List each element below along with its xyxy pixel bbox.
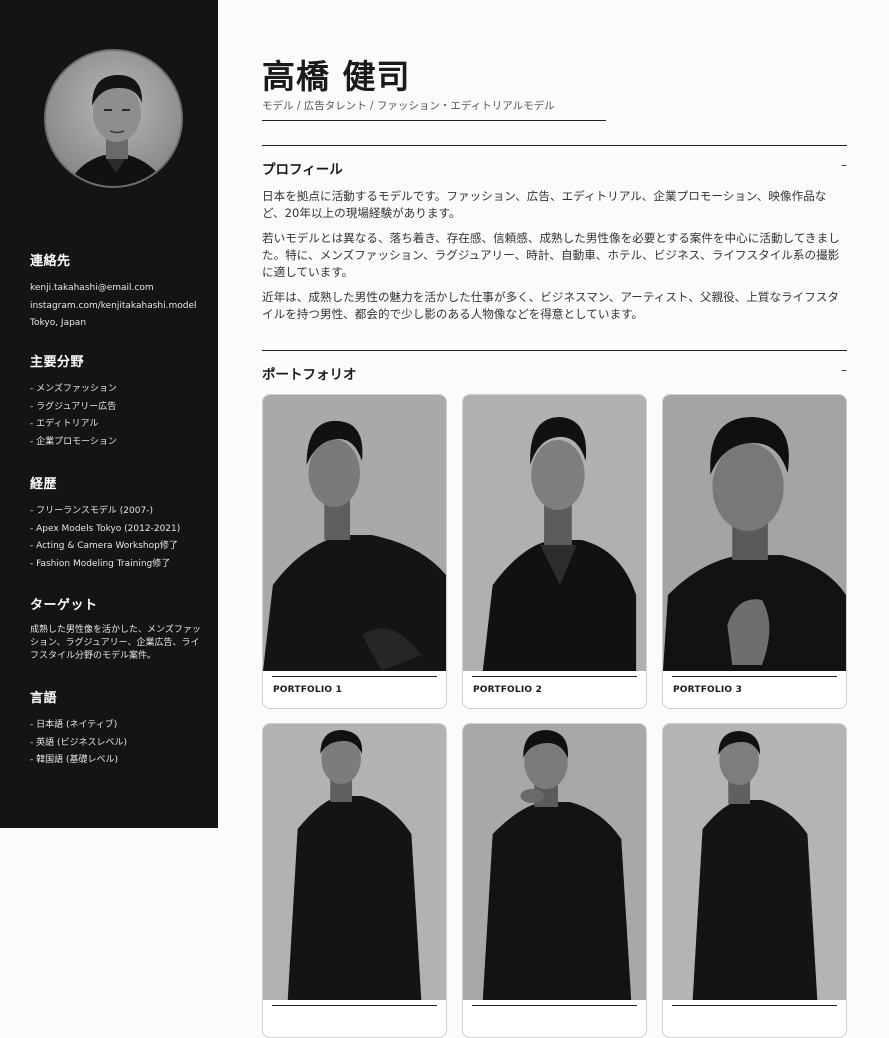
caption-divider [472, 676, 637, 677]
caption-divider [472, 1005, 637, 1006]
profile-text: 日本を拠点に活動するモデルです。ファッション、広告、エディトリアル、企業プロモー… [262, 188, 847, 331]
target-text: 成熟した男性像を活かした、メンズファッション、ラグジュアリー、企業広告、ライフス… [30, 625, 201, 661]
portfolio-divider [262, 350, 847, 351]
career-heading: 経歴 [30, 477, 58, 492]
fields-item: - 企業プロモーション [30, 436, 117, 447]
portfolio-card-5[interactable] [462, 723, 647, 1038]
portfolio-photo-5 [463, 724, 646, 1000]
target-section: ターゲット 成熟した男性像を活かした、メンズファッション、ラグジュアリー、企業広… [30, 594, 208, 663]
portfolio-header[interactable]: ポートフォリオ – [262, 363, 847, 383]
contact-location: Tokyo, Japan [30, 318, 87, 328]
portfolio-photo-3 [663, 395, 846, 671]
portfolio-caption: PORTFOLIO 2 [473, 685, 543, 695]
fields-item: - ラグジュアリー広告 [30, 401, 117, 412]
career-item: - Apex Models Tokyo (2012-2021) [30, 523, 181, 534]
portfolio-caption: PORTFOLIO 1 [273, 685, 343, 695]
career-section: 経歴 - フリーランスモデル (2007-) - Apex Models Tok… [30, 473, 208, 573]
fields-item: - エディトリアル [30, 419, 99, 429]
career-item: - Fashion Modeling Training修了 [30, 558, 171, 569]
portfolio-card-1[interactable]: PORTFOLIO 1 [262, 394, 447, 709]
contact-email[interactable]: kenji.takahashi@email.com [30, 280, 208, 298]
fields-heading: 主要分野 [30, 355, 85, 370]
language-item: - 英語 (ビジネスレベル) [30, 737, 127, 748]
profile-heading: プロフィール [262, 162, 343, 178]
profile-paragraph: 若いモデルとは異なる、落ち着き、存在感、信頼感、成熟した男性像を必要とする案件を… [262, 231, 840, 279]
contact-heading: 連絡先 [30, 254, 71, 269]
languages-heading: 言語 [30, 691, 58, 706]
portfolio-card-3[interactable]: PORTFOLIO 3 [662, 394, 847, 709]
portfolio-card-4[interactable] [262, 723, 447, 1038]
sidebar: 連絡先 kenji.takahashi@email.com instagram.… [0, 0, 218, 828]
fields-section: 主要分野 - メンズファッション - ラグジュアリー広告 - エディトリアル -… [30, 351, 208, 451]
profile-header[interactable]: プロフィール – [262, 158, 847, 178]
career-item: - フリーランスモデル (2007-) [30, 506, 153, 516]
languages-section: 言語 - 日本語 (ネイティブ) - 英語 (ビジネスレベル) - 韓国語 (基… [30, 687, 208, 770]
fields-item: - メンズファッション [30, 384, 117, 394]
caption-divider [272, 676, 437, 677]
subtitle-divider [262, 120, 606, 121]
collapse-icon[interactable]: – [841, 158, 847, 172]
caption-divider [672, 1005, 837, 1006]
language-item: - 日本語 (ネイティブ) [30, 720, 118, 730]
caption-divider [672, 676, 837, 677]
collapse-icon[interactable]: – [841, 363, 847, 377]
contact-section: 連絡先 kenji.takahashi@email.com instagram.… [30, 250, 208, 333]
avatar [44, 49, 183, 188]
career-item: - Acting & Camera Workshop修了 [30, 541, 178, 551]
page-title: 高橋 健司 [262, 57, 411, 96]
portfolio-card-6[interactable] [662, 723, 847, 1038]
target-heading: ターゲット [30, 598, 98, 613]
portfolio-heading: ポートフォリオ [262, 367, 357, 383]
portfolio-caption: PORTFOLIO 3 [673, 685, 743, 695]
language-item: - 韓国語 (基礎レベル) [30, 755, 118, 765]
caption-divider [272, 1005, 437, 1006]
portfolio-photo-4 [263, 724, 446, 1000]
page-subtitle: モデル / 広告タレント / ファッション・エディトリアルモデル [262, 100, 555, 112]
contact-instagram[interactable]: instagram.com/kenjitakahashi.model [30, 298, 208, 316]
profile-divider [262, 145, 847, 146]
portfolio-photo-2 [463, 395, 646, 671]
portfolio-card-2[interactable]: PORTFOLIO 2 [462, 394, 647, 709]
profile-paragraph: 日本を拠点に活動するモデルです。ファッション、広告、エディトリアル、企業プロモー… [262, 189, 827, 220]
portfolio-photo-6 [663, 724, 846, 1000]
profile-paragraph: 近年は、成熟した男性の魅力を活かした仕事が多く、ビジネスマン、アーティスト、父親… [262, 290, 840, 321]
portfolio-photo-1 [263, 395, 446, 671]
